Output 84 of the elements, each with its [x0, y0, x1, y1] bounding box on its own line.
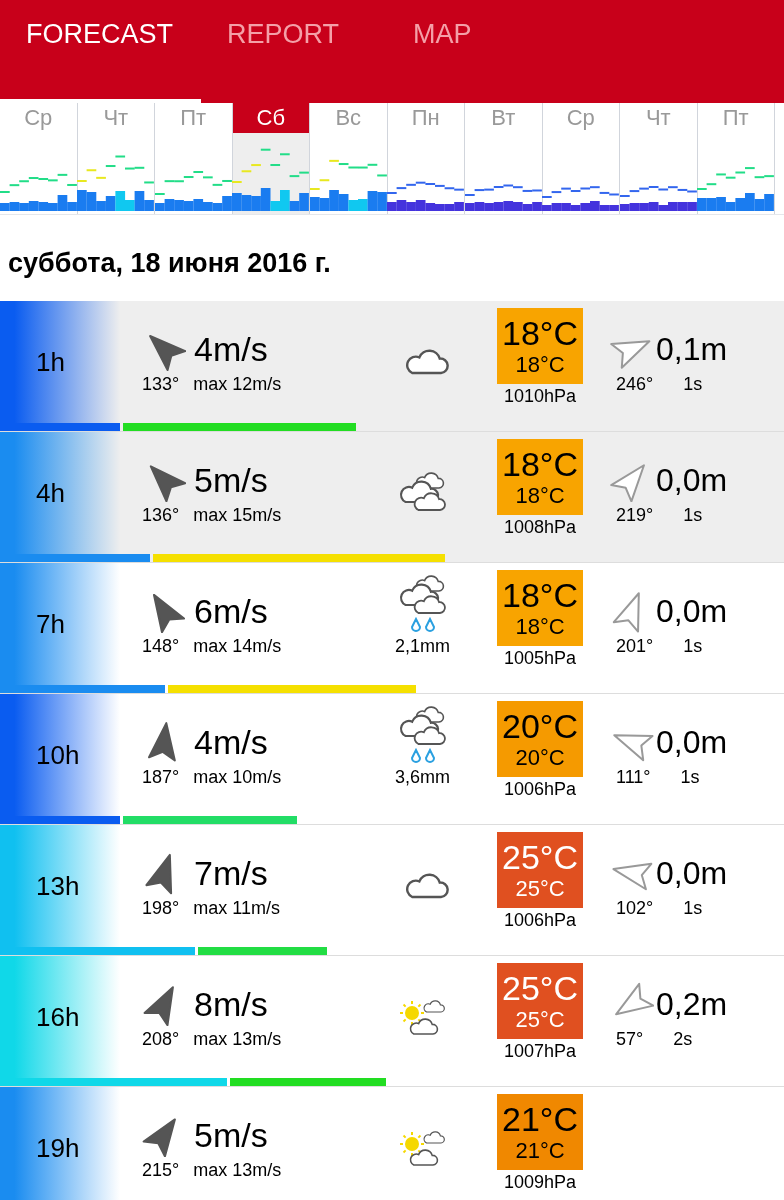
temperature: 25°C: [502, 969, 578, 1007]
day-column[interactable]: Сб: [232, 103, 310, 214]
wave-period: 1s: [683, 897, 703, 920]
hour-cell: 19h: [0, 1087, 120, 1200]
feels-like-temperature: 25°C: [515, 1007, 565, 1033]
tab[interactable]: MAP: [387, 0, 537, 103]
hour-cell: 10h: [0, 694, 120, 816]
temperature: 18°C: [502, 576, 578, 614]
hour-cell: 7h: [0, 563, 120, 685]
hour-cell: 1h: [0, 301, 120, 423]
wave-period: 2s: [673, 1028, 693, 1051]
feels-like-temperature: 18°C: [515, 614, 565, 640]
wind-gust: max 13m/s: [193, 1028, 282, 1051]
wind-direction: 198°: [142, 897, 180, 920]
wind-direction: 208°: [142, 1028, 180, 1051]
temperature: 18°C: [502, 314, 578, 352]
wind-speed: 7m/s: [194, 853, 268, 893]
wave-height: 0,0m: [656, 461, 728, 500]
wind-speed: 5m/s: [194, 460, 268, 500]
wave-direction: 102°: [616, 897, 654, 920]
wave-height: 0,0m: [656, 592, 728, 631]
pressure: 1009hPa: [503, 1171, 577, 1194]
wave-period: 1s: [680, 766, 700, 789]
day-column[interactable]: Вт: [465, 103, 543, 214]
day-column[interactable]: Ср: [542, 103, 620, 214]
wind-speed: 8m/s: [194, 984, 268, 1024]
precipitation: 2,1mm: [395, 635, 450, 658]
tab[interactable]: REPORT: [201, 0, 387, 103]
wave-height: 0,2m: [656, 985, 728, 1024]
pressure: 1006hPa: [503, 909, 577, 932]
feels-like-temperature: 25°C: [515, 876, 565, 902]
wave-direction: 111°: [616, 766, 651, 789]
wave-period: 1s: [683, 504, 703, 527]
wave-height: 0,1m: [656, 330, 728, 369]
hour-cell: 16h: [0, 956, 120, 1078]
rain-drops-icon: [409, 748, 436, 764]
wave-direction: 219°: [616, 504, 654, 527]
wave-direction: 57°: [616, 1028, 644, 1051]
wind-speed: 4m/s: [194, 329, 268, 369]
wave-period: 1s: [683, 635, 703, 658]
wind-gust: max 13m/s: [193, 1159, 282, 1182]
wave-height: 0,0m: [656, 854, 728, 893]
date-heading: суббота, 18 июня 2016 г.: [7, 247, 332, 280]
wind-speed: 5m/s: [194, 1115, 268, 1155]
temperature: 18°C: [502, 445, 578, 483]
day-column[interactable]: Чт: [620, 103, 698, 214]
pressure: 1006hPa: [503, 778, 577, 801]
day-column[interactable]: Чт: [77, 103, 155, 214]
wind-direction: 148°: [142, 635, 180, 658]
feels-like-temperature: 20°C: [515, 745, 565, 771]
wave-direction: 246°: [616, 373, 654, 396]
pressure: 1008hPa: [503, 516, 577, 539]
feels-like-temperature: 18°C: [515, 352, 565, 378]
wind-gust: max 15m/s: [193, 504, 282, 527]
precipitation: 3,6mm: [395, 766, 450, 789]
wind-speed: 6m/s: [194, 591, 268, 631]
day-column[interactable]: Вс: [310, 103, 388, 214]
wind-gust: max 11m/s: [193, 897, 280, 920]
wind-direction: 136°: [142, 504, 180, 527]
pressure: 1005hPa: [503, 647, 577, 670]
pressure: 1010hPa: [503, 385, 577, 408]
wind-direction: 215°: [142, 1159, 180, 1182]
hour-cell: 13h: [0, 825, 120, 947]
wave-height: 0,0m: [656, 723, 728, 762]
feels-like-temperature: 21°C: [515, 1138, 565, 1164]
wind-gust: max 14m/s: [193, 635, 282, 658]
hour-cell: 4h: [0, 432, 120, 554]
feels-like-temperature: 18°C: [515, 483, 565, 509]
rain-drops-icon: [409, 617, 436, 633]
wave-period: 1s: [683, 373, 703, 396]
wind-speed: 4m/s: [194, 722, 268, 762]
wind-gust: max 12m/s: [193, 373, 282, 396]
temperature: 21°C: [502, 1100, 578, 1138]
day-column[interactable]: Пт: [697, 103, 775, 214]
temperature: 25°C: [502, 838, 578, 876]
wind-gust: max 10m/s: [193, 766, 282, 789]
wind-direction: 187°: [142, 766, 180, 789]
temperature: 20°C: [502, 707, 578, 745]
day-column[interactable]: Пн: [387, 103, 465, 214]
day-column[interactable]: Пт: [155, 103, 233, 214]
wind-direction: 133°: [142, 373, 180, 396]
day-column[interactable]: Ср: [0, 103, 78, 214]
pressure: 1007hPa: [503, 1040, 577, 1063]
wave-direction: 201°: [616, 635, 654, 658]
